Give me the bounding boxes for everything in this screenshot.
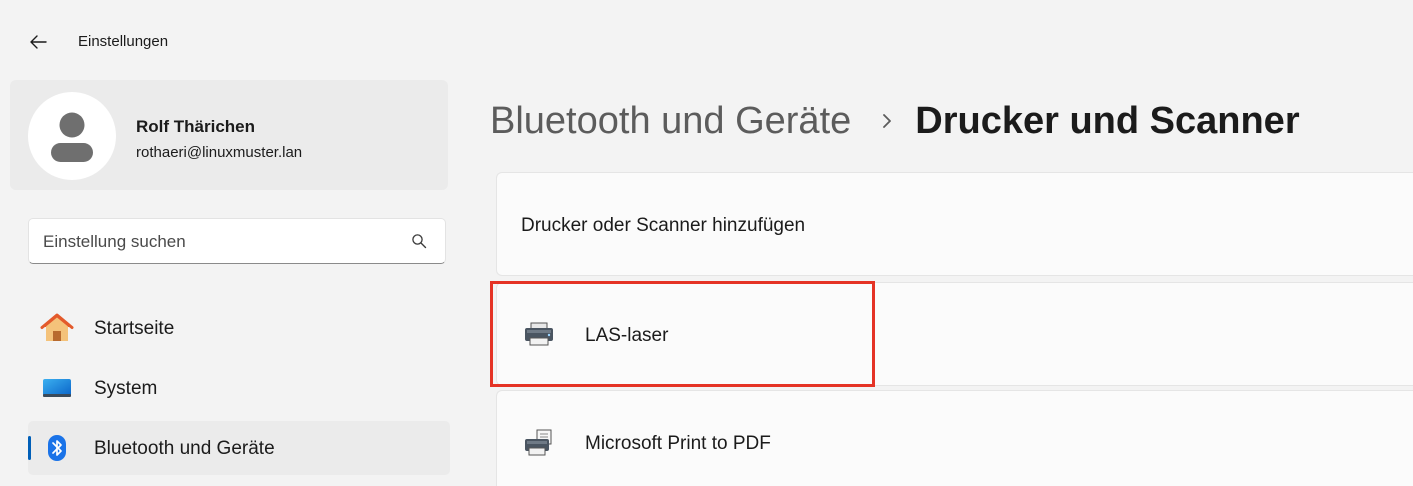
settings-window: Einstellungen Rolf Thärichen rothaeri@li… <box>0 0 1413 486</box>
back-arrow-icon <box>30 35 47 49</box>
page-title: Drucker und Scanner <box>915 99 1300 142</box>
home-icon <box>40 313 74 343</box>
printer-name-las-laser: LAS-laser <box>585 325 669 346</box>
avatar <box>28 92 116 180</box>
printer-name-microsoft-print-to-pdf: Microsoft Print to PDF <box>585 433 771 454</box>
search-input[interactable] <box>41 219 405 265</box>
profile-card[interactable]: Rolf Thärichen rothaeri@linuxmuster.lan <box>10 80 448 190</box>
selection-indicator <box>28 436 31 460</box>
sidebar-item-system[interactable]: System <box>28 361 450 415</box>
bluetooth-icon <box>40 433 74 463</box>
search-box[interactable] <box>28 218 446 265</box>
add-printer-label: Drucker oder Scanner hinzufügen <box>521 215 806 236</box>
title-bar: Einstellungen <box>0 0 1413 78</box>
sidebar-item-startseite[interactable]: Startseite <box>28 301 450 355</box>
nav-label-system: System <box>94 378 158 399</box>
nav-label-startseite: Startseite <box>94 318 175 339</box>
printer-icon <box>525 322 553 346</box>
breadcrumb-separator <box>881 112 893 130</box>
user-icon <box>51 112 93 162</box>
profile-email: rothaeri@linuxmuster.lan <box>136 144 303 161</box>
search-icon[interactable] <box>411 233 427 249</box>
pdf-printer-icon <box>525 429 552 456</box>
breadcrumb: Bluetooth und Geräte Drucker und Scanner <box>490 96 1300 146</box>
add-printer-card[interactable]: Drucker oder Scanner hinzufügen <box>496 172 1413 276</box>
profile-name: Rolf Thärichen <box>136 117 256 136</box>
printer-item-microsoft-print-to-pdf[interactable]: Microsoft Print to PDF <box>496 390 1413 486</box>
chevron-right-icon <box>883 114 892 128</box>
nav-label-bluetooth: Bluetooth und Geräte <box>94 438 275 459</box>
sidebar-item-bluetooth[interactable]: Bluetooth und Geräte <box>28 421 450 475</box>
app-title: Einstellungen <box>78 33 169 50</box>
back-button[interactable] <box>24 28 52 56</box>
system-icon <box>40 373 74 403</box>
printer-item-las-laser[interactable]: LAS-laser <box>496 282 1413 386</box>
breadcrumb-parent[interactable]: Bluetooth und Geräte <box>490 100 851 143</box>
